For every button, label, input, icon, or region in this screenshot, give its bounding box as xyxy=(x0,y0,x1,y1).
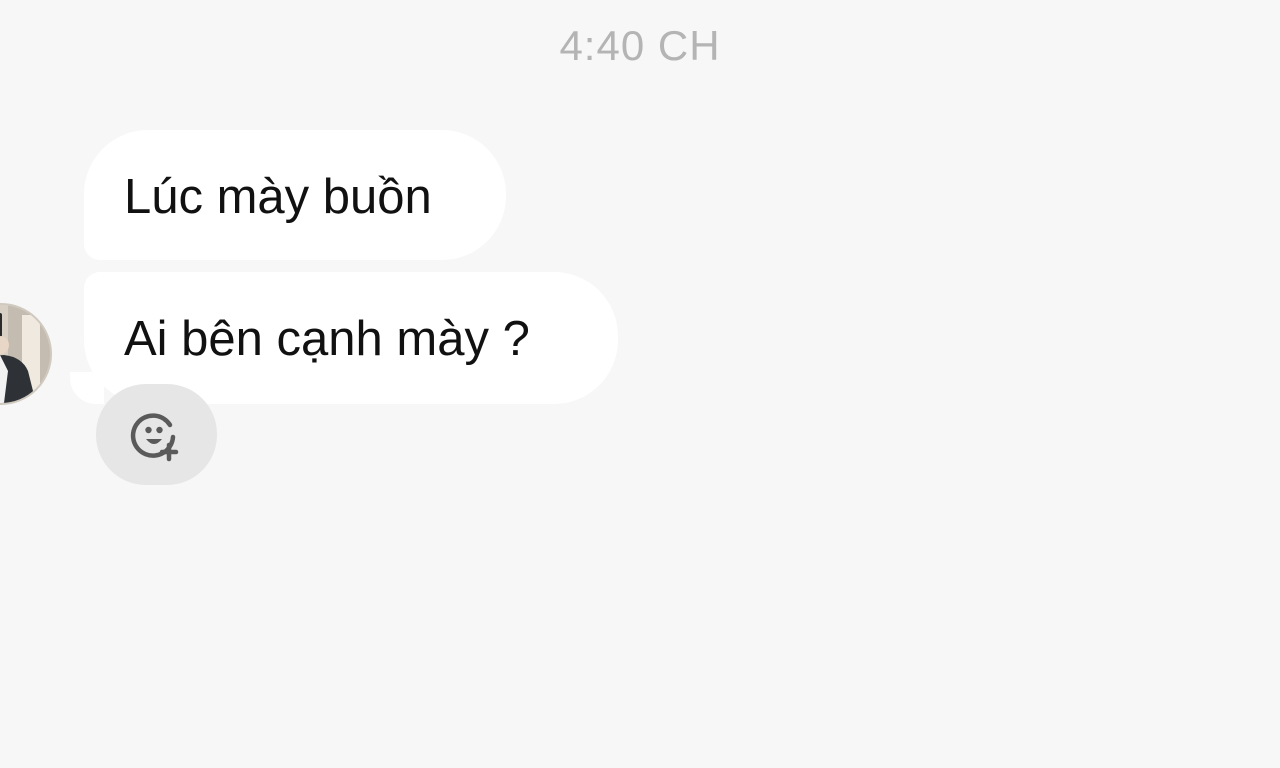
sender-avatar[interactable] xyxy=(0,303,52,405)
avatar-photo-icon xyxy=(0,305,50,403)
add-reaction-icon xyxy=(130,412,178,461)
message-timestamp: 4:40 CH xyxy=(559,22,721,69)
add-reaction-button[interactable] xyxy=(96,384,217,485)
message-bubble-1[interactable]: Lúc mày buồn xyxy=(84,130,506,260)
